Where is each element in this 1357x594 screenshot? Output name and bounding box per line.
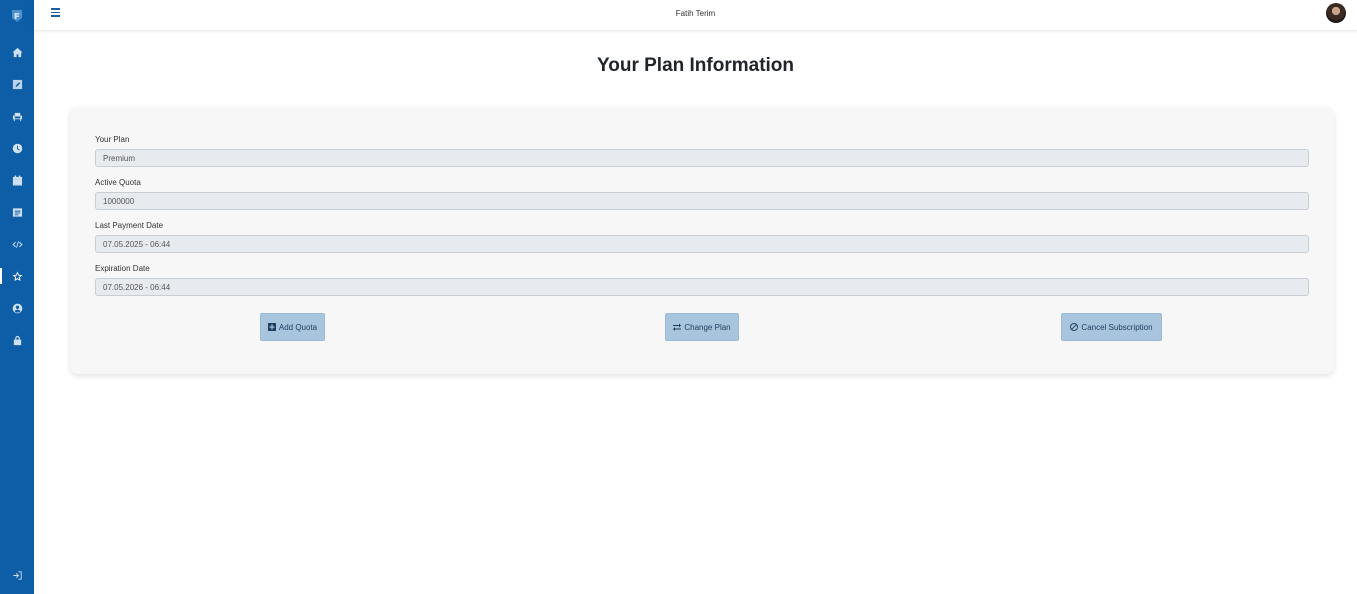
couch-icon xyxy=(12,112,22,121)
calendar-icon xyxy=(12,174,22,186)
your-plan-label: Your Plan xyxy=(95,135,130,144)
exchange-icon xyxy=(673,323,682,331)
your-plan-field[interactable] xyxy=(95,149,1309,167)
top-bar: Fatih Terim xyxy=(34,0,1357,30)
user-name: Fatih Terim xyxy=(675,9,716,18)
sidebar-item-list[interactable] xyxy=(0,200,34,224)
sidebar-item-clock[interactable] xyxy=(0,136,34,160)
clock-icon xyxy=(12,143,22,153)
expiration-label: Expiration Date xyxy=(95,264,150,273)
avatar[interactable] xyxy=(1326,3,1346,23)
change-plan-label: Change Plan xyxy=(684,322,731,332)
change-plan-button[interactable]: Change Plan xyxy=(665,313,739,341)
star-icon xyxy=(12,271,22,281)
lock-icon xyxy=(13,335,21,345)
sidebar-item-edit[interactable] xyxy=(0,72,34,96)
sidebar-item-logout[interactable] xyxy=(0,563,34,587)
active-quota-field[interactable] xyxy=(95,192,1309,210)
sidebar-item-security[interactable] xyxy=(0,328,34,352)
sidebar-item-couch[interactable] xyxy=(0,104,34,128)
sidebar-item-profile[interactable] xyxy=(0,296,34,320)
home-icon xyxy=(11,47,23,57)
cancel-subscription-label: Cancel Subscription xyxy=(1081,322,1153,332)
list-icon xyxy=(12,207,22,217)
ban-icon xyxy=(1070,323,1079,331)
last-payment-label: Last Payment Date xyxy=(95,221,164,230)
app-logo-icon[interactable] xyxy=(10,9,24,23)
add-quota-label: Add Quota xyxy=(278,322,318,332)
sign-out-icon xyxy=(12,570,22,580)
cancel-subscription-button[interactable]: Cancel Subscription xyxy=(1061,313,1162,341)
sidebar-item-calendar[interactable] xyxy=(0,168,34,192)
sidebar-item-code[interactable] xyxy=(0,232,34,256)
code-icon xyxy=(11,240,23,248)
active-quota-label: Active Quota xyxy=(95,178,141,187)
user-circle-icon xyxy=(12,303,22,313)
sidebar xyxy=(0,0,34,594)
sidebar-item-home[interactable] xyxy=(0,40,34,64)
add-quota-button[interactable]: Add Quota xyxy=(260,313,325,341)
page-title: Your Plan Information xyxy=(596,55,795,76)
expiration-field[interactable] xyxy=(95,278,1309,296)
edit-icon xyxy=(12,79,22,89)
plan-card: Your Plan Active Quota Last Payment Date… xyxy=(70,107,1334,374)
plus-square-icon xyxy=(267,323,276,331)
last-payment-field[interactable] xyxy=(95,235,1309,253)
sidebar-item-plan[interactable] xyxy=(0,264,34,288)
